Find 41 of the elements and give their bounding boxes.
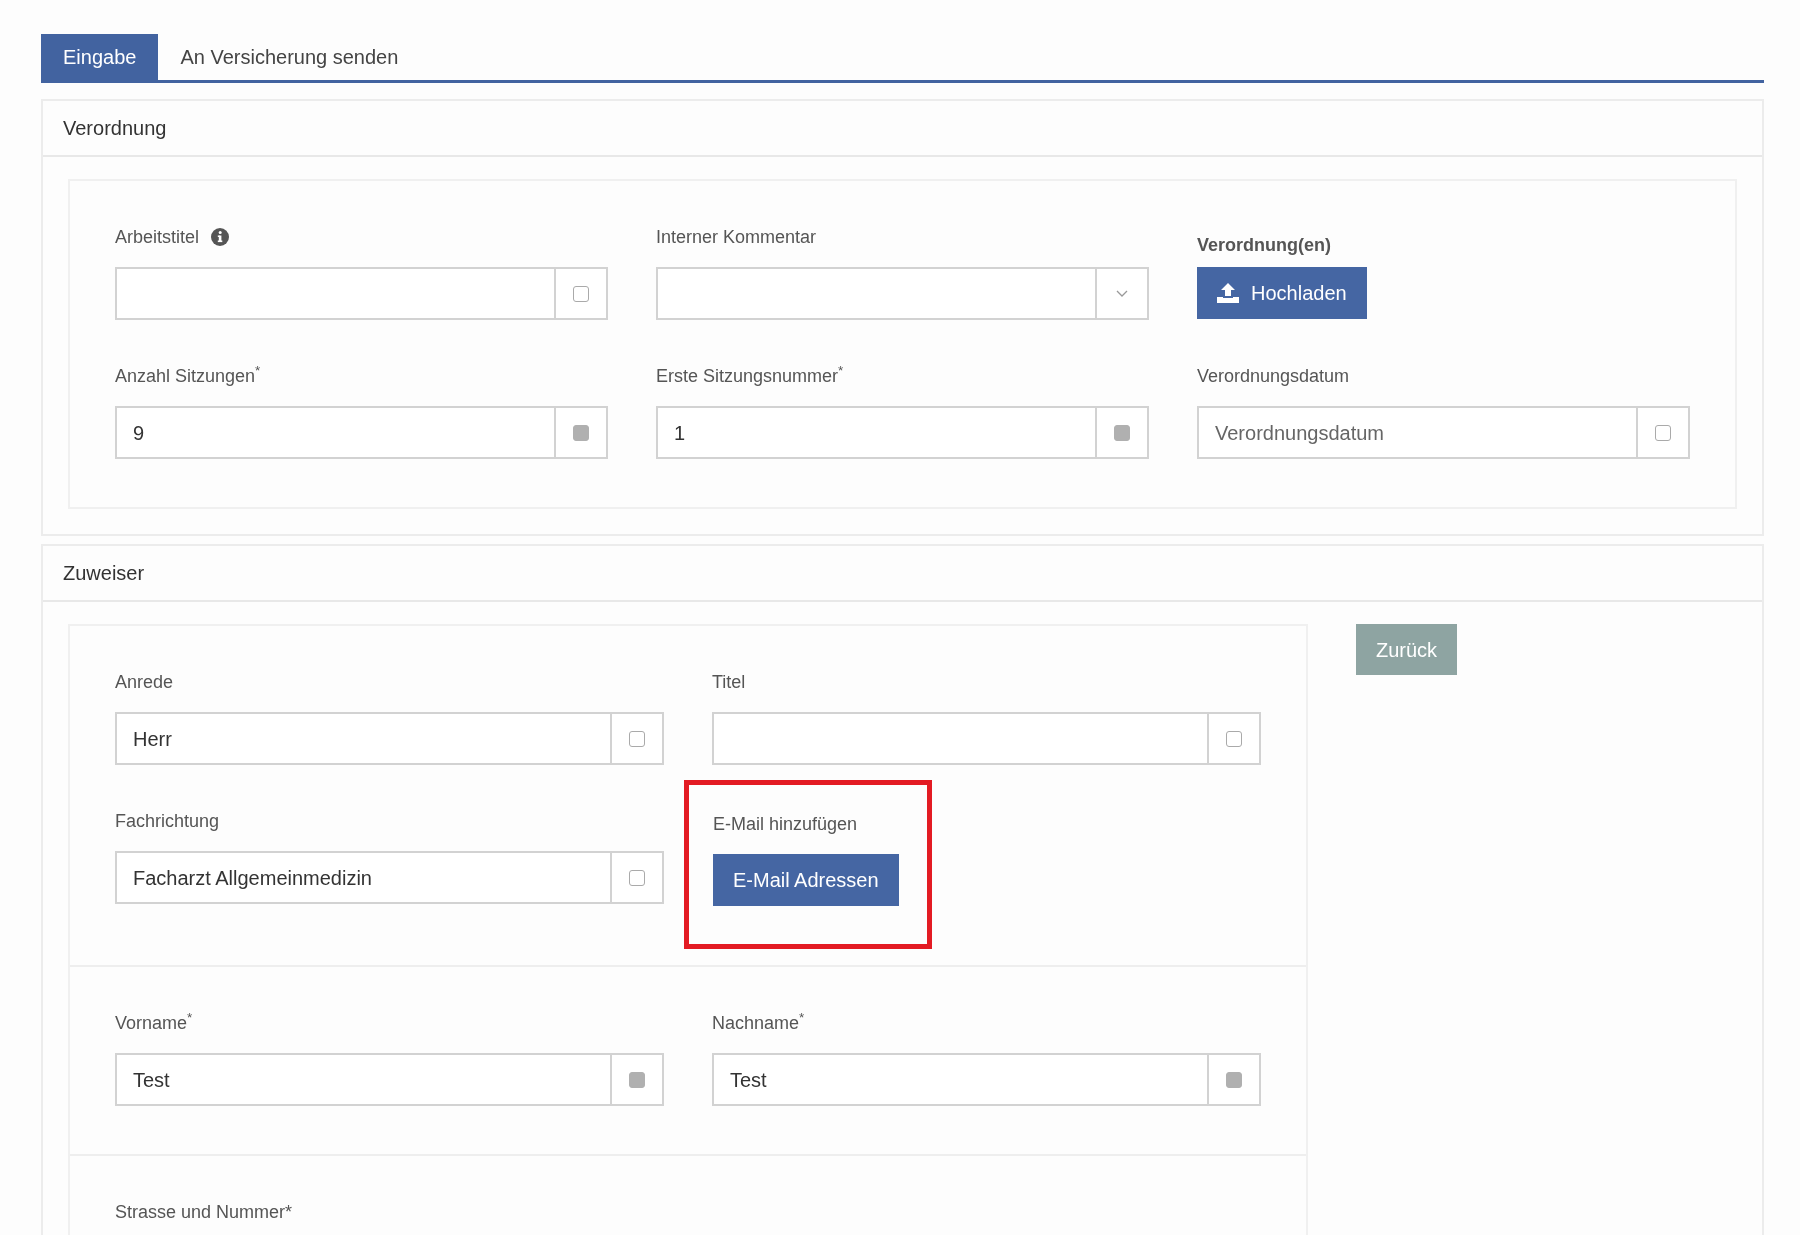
tab[interactable]: Eingabe (41, 34, 159, 80)
field-label: Fachrichtung (115, 810, 220, 832)
field-label: Interner Kommentar (656, 226, 817, 248)
text-field[interactable]: Test (712, 1053, 1209, 1106)
field-label: Strasse und Nummer* (115, 1201, 293, 1223)
field-label: Erste Sitzungsnummer$^{*}$ (656, 365, 844, 387)
field-addon[interactable] (612, 851, 664, 904)
text-field[interactable]: 1 (656, 406, 1097, 459)
field-label: Arbeitstitel (115, 226, 200, 248)
text-field[interactable]: Test (115, 1053, 612, 1106)
field-addon[interactable] (1638, 406, 1690, 459)
field-addon[interactable] (1097, 267, 1149, 320)
section-title: Verordnung (43, 101, 1762, 157)
field-addon[interactable] (556, 406, 608, 459)
upload-icon (1217, 283, 1239, 303)
field-addon[interactable] (612, 712, 664, 765)
action-button[interactable]: E-Mail Adressen (713, 854, 899, 906)
field-addon[interactable] (556, 267, 608, 320)
field-label: Verordnung(en) (1197, 234, 1331, 256)
tab[interactable]: An Versicherung senden (158, 34, 421, 80)
text-field[interactable] (115, 267, 556, 320)
field-addon[interactable] (612, 1053, 664, 1106)
field-addon[interactable] (1097, 406, 1149, 459)
text-field[interactable]: Herr (115, 712, 612, 765)
field-label: Vorname$^{*}$ (115, 1012, 193, 1034)
text-field[interactable] (712, 712, 1209, 765)
field-label: Titel (712, 671, 746, 693)
info-icon[interactable] (211, 228, 230, 246)
field-addon[interactable] (1209, 1053, 1261, 1106)
action-button[interactable]: Hochladen (1197, 267, 1367, 319)
text-field[interactable] (656, 267, 1097, 320)
field-label: Verordnungsdatum (1197, 365, 1350, 387)
text-field[interactable]: 9 (115, 406, 556, 459)
field-label: E-Mail hinzufügen (713, 813, 858, 835)
field-label: Anzahl Sitzungen$^{*}$ (115, 365, 261, 387)
text-field[interactable]: Facharzt Allgemeinmedizin (115, 851, 612, 904)
field-label: Anrede (115, 671, 174, 693)
field-addon[interactable] (1209, 712, 1261, 765)
text-field[interactable]: Verordnungsdatum (1197, 406, 1638, 459)
section-title: Zuweiser (43, 546, 1762, 602)
field-label: Nachname$^{*}$ (712, 1012, 805, 1034)
